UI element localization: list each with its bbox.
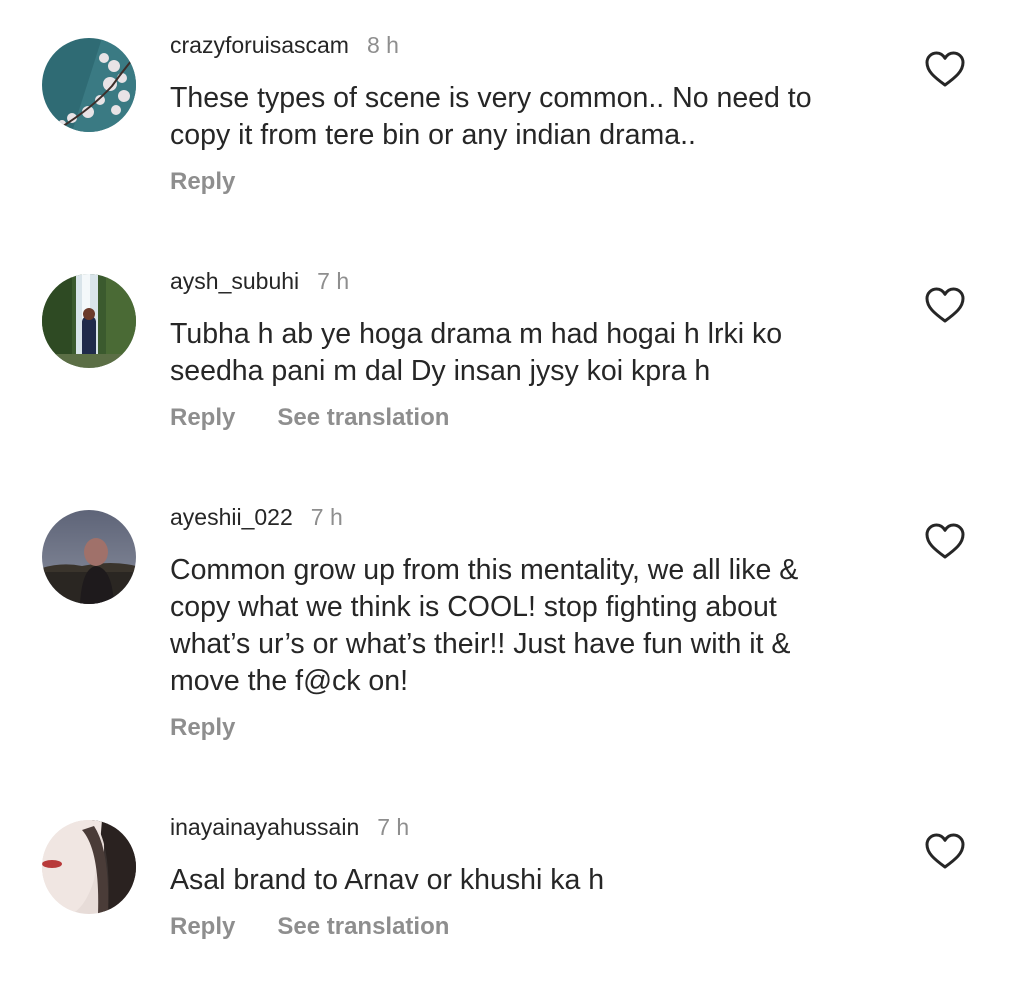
avatar[interactable] xyxy=(42,274,136,368)
like-button[interactable] xyxy=(924,832,966,870)
username-link[interactable]: crazyforuisascam xyxy=(170,32,349,59)
reply-button[interactable]: Reply xyxy=(170,168,235,196)
comment-actions: Reply xyxy=(170,168,235,196)
comment-text: Common grow up from this mentality, we a… xyxy=(170,554,799,697)
like-button[interactable] xyxy=(924,522,966,560)
comment-actions: Reply xyxy=(170,714,235,742)
comment-text: These types of scene is very common.. No… xyxy=(170,82,812,151)
reply-button[interactable]: Reply xyxy=(170,913,235,941)
heart-outline-icon xyxy=(925,833,965,869)
username-link[interactable]: ayeshii_022 xyxy=(170,504,293,531)
see-translation-button[interactable]: See translation xyxy=(277,913,449,941)
heart-outline-icon xyxy=(925,287,965,323)
comment-timestamp: 8 h xyxy=(366,32,399,58)
comment-meta: inayainayahussain 7 h xyxy=(170,814,409,844)
avatar[interactable] xyxy=(42,820,136,914)
comment-text: Asal brand to Arnav or khushi ka h xyxy=(170,864,605,896)
username-link[interactable]: inayainayahussain xyxy=(170,814,359,841)
comment-actions: Reply See translation xyxy=(170,913,449,941)
comment-text: Tubha h ab ye hoga drama m had hogai h l… xyxy=(170,318,783,387)
avatar[interactable] xyxy=(42,510,136,604)
reply-button[interactable]: Reply xyxy=(170,714,235,742)
comment-timestamp: 7 h xyxy=(377,814,410,840)
like-button[interactable] xyxy=(924,50,966,88)
heart-outline-icon xyxy=(925,51,965,87)
comment-timestamp: 7 h xyxy=(310,504,343,530)
like-button[interactable] xyxy=(924,286,966,324)
comment-meta: ayeshii_022 7 h xyxy=(170,504,343,534)
comment-meta: crazyforuisascam 8 h xyxy=(170,32,399,62)
comment-timestamp: 7 h xyxy=(317,268,350,294)
username-link[interactable]: aysh_subuhi xyxy=(170,268,299,295)
see-translation-button[interactable]: See translation xyxy=(277,404,449,432)
heart-outline-icon xyxy=(925,523,965,559)
reply-button[interactable]: Reply xyxy=(170,404,235,432)
comment-actions: Reply See translation xyxy=(170,404,449,432)
avatar[interactable] xyxy=(42,38,136,132)
comment-meta: aysh_subuhi 7 h xyxy=(170,268,349,298)
